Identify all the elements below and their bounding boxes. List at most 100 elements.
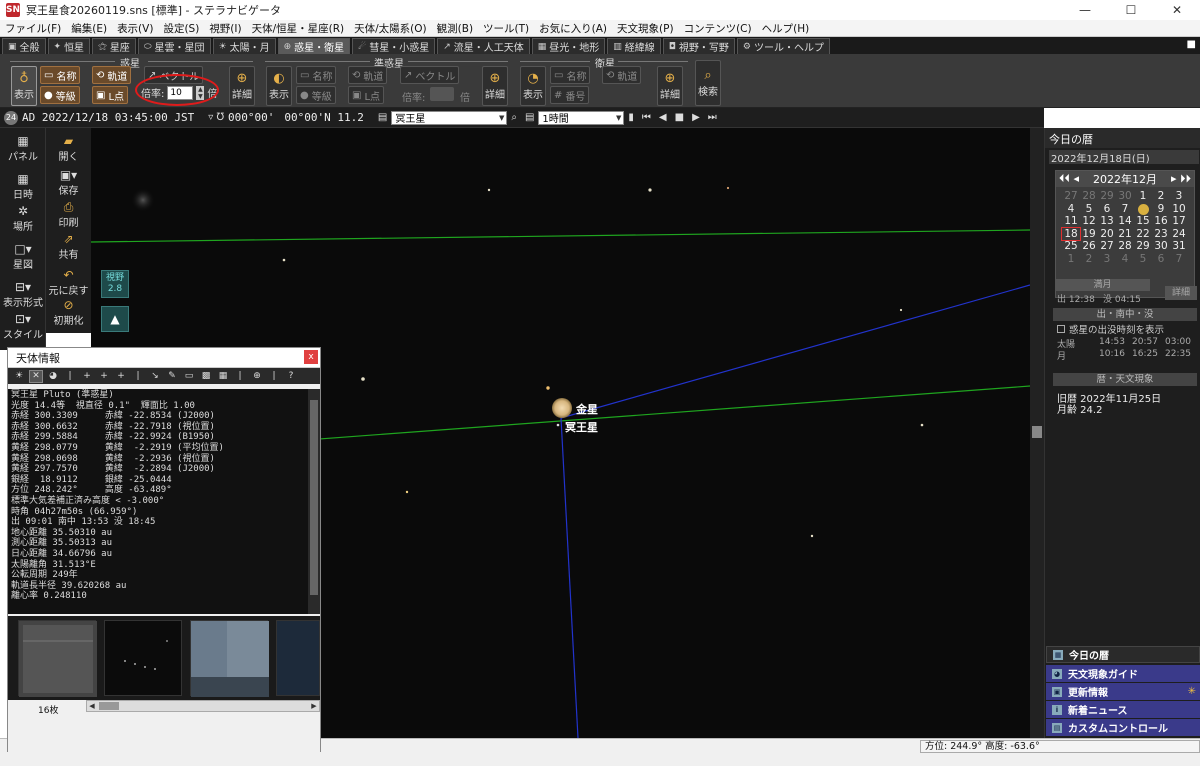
stop-icon[interactable]: ■	[675, 112, 684, 123]
azimuth-display[interactable]: 000°00'	[228, 111, 274, 124]
menu-phenomena[interactable]: 天文現象(P)	[612, 21, 679, 36]
sun-icon[interactable]: ☀	[12, 370, 26, 383]
info-scroll-thumb[interactable]	[310, 400, 318, 595]
calendar-day[interactable]: 9	[1152, 203, 1170, 216]
calendar-day[interactable]: 27	[1062, 190, 1080, 203]
dwarf-name-button[interactable]: ▭ 名称	[296, 66, 337, 84]
menu-file[interactable]: ファイル(F)	[0, 21, 66, 36]
update-info-button[interactable]: ▣ 更新情報 ✳	[1046, 683, 1200, 700]
interval-select[interactable]: 1時間 ▼	[538, 110, 625, 125]
window-icon[interactable]: ▭	[182, 370, 196, 383]
custom-control-button[interactable]: ▤ カスタムコントロール	[1046, 719, 1200, 736]
place-button[interactable]: ✲ 場所	[0, 204, 46, 233]
next-year-icon[interactable]: ▸ ⏵⏵	[1171, 172, 1191, 186]
menu-favorites[interactable]: お気に入り(A)	[534, 21, 612, 36]
step-icon[interactable]: ▮	[628, 112, 634, 123]
satellite-name-button[interactable]: ▭ 名称	[550, 66, 591, 84]
menu-solar[interactable]: 天体/太陽系(O)	[349, 21, 432, 36]
menu-contents[interactable]: コンテンツ(C)	[679, 21, 757, 36]
play-icon[interactable]: ▶	[692, 112, 700, 123]
calendar-day[interactable]: 3	[1170, 190, 1188, 203]
menu-edit[interactable]: 編集(E)	[66, 21, 112, 36]
calendar-day[interactable]: 28	[1080, 190, 1098, 203]
share-button[interactable]: ⇗ 共有	[46, 232, 91, 261]
menu-settings[interactable]: 設定(S)	[158, 21, 204, 36]
calendar-day[interactable]: 30	[1152, 240, 1170, 253]
globe-icon[interactable]: ⊕	[250, 370, 264, 383]
tab-tools-help[interactable]: ⚙ ツール・ヘルプ	[736, 38, 830, 54]
maximize-button[interactable]: ☐	[1108, 0, 1154, 20]
tab-daylight[interactable]: ▦ 昼光・地形	[531, 38, 606, 54]
scroll-right-icon[interactable]: ▶	[309, 701, 319, 711]
dwarf-grade-button[interactable]: ● 等級	[296, 86, 336, 104]
menu-view[interactable]: 表示(V)	[112, 21, 158, 36]
calendar-day[interactable]: 7	[1170, 253, 1188, 266]
dwarf-show-button[interactable]: ◐ 表示	[266, 66, 292, 106]
altitude-display[interactable]: 00°00'N 11.2	[284, 111, 363, 124]
calendar-day[interactable]: 29	[1134, 240, 1152, 253]
tab-stars[interactable]: ✦ 恒星	[47, 38, 91, 54]
dwarf-vector-button[interactable]: ↗ ベクトル	[400, 66, 460, 84]
scroll-left-icon[interactable]: ◀	[87, 701, 97, 711]
calendar-day[interactable]: 19	[1080, 228, 1098, 241]
fov-up-button[interactable]: ▲	[101, 306, 129, 332]
chart-button[interactable]: □▾ 星図	[0, 242, 46, 271]
object-info-text[interactable]: 冥王星 Pluto (準惑星) 光度 14.4等 視直径 0.1" 輝面比 1.0…	[8, 389, 308, 614]
checkbox[interactable]	[1057, 325, 1065, 333]
style-button[interactable]: ⊡▾ スタイル	[0, 312, 46, 341]
calendar-day[interactable]: 30	[1116, 190, 1134, 203]
search-icon[interactable]: ⌕	[511, 112, 517, 123]
dwarf-mag-input[interactable]	[430, 87, 454, 101]
news-button[interactable]: i 新着ニュース	[1046, 701, 1200, 718]
calendar-day[interactable]: 17	[1170, 215, 1188, 228]
calendar-day[interactable]: 31	[1170, 240, 1188, 253]
panel-button[interactable]: ▦ パネル	[0, 134, 46, 163]
undo-button[interactable]: ↶ 元に戻す	[46, 268, 91, 297]
tab-gridlines[interactable]: ▥ 経緯線	[607, 38, 661, 54]
tab-sun-moon[interactable]: ☀ 太陽・月	[212, 38, 276, 54]
menu-tools[interactable]: ツール(T)	[478, 21, 534, 36]
thumbnail-scrollbar[interactable]: ◀ ▶	[86, 700, 320, 712]
step-back-icon[interactable]: ◀	[659, 112, 667, 123]
calendar-day[interactable]: 20	[1098, 228, 1116, 241]
calendar-day[interactable]: 2	[1152, 190, 1170, 203]
planet-icon[interactable]: ◕	[46, 370, 60, 383]
minimize-button[interactable]: —	[1062, 0, 1108, 20]
planet-grade-button[interactable]: ● 等級	[40, 86, 80, 104]
calendar-day[interactable]: 14	[1116, 215, 1134, 228]
photo-icon[interactable]: ▦	[216, 370, 230, 383]
last-frame-icon[interactable]: ⏭	[708, 112, 717, 123]
save-button[interactable]: ▣▾ 保存	[46, 168, 91, 197]
sky-scroll-thumb[interactable]	[1032, 426, 1042, 438]
calendar-day[interactable]: 11	[1062, 215, 1080, 228]
pointer-icon[interactable]: ↘	[148, 370, 162, 383]
calendar-day[interactable]: 22	[1134, 228, 1152, 241]
calendar-day[interactable]: 27	[1098, 240, 1116, 253]
datetime-button[interactable]: ▦ 日時	[0, 172, 46, 201]
tab-meteors[interactable]: ↗ 流星・人工天体	[437, 38, 530, 54]
calendar-day[interactable]: 13	[1098, 215, 1116, 228]
calendar-day[interactable]: 16	[1152, 215, 1170, 228]
planet-name-button[interactable]: ▭ 名称	[40, 66, 81, 84]
calendar-day[interactable]: 25	[1062, 240, 1080, 253]
open-button[interactable]: ▰ 開く	[46, 134, 91, 163]
calendar-day[interactable]: 1	[1134, 190, 1152, 203]
help-icon[interactable]: ?	[284, 370, 298, 383]
calendar-day[interactable]: 6	[1098, 203, 1116, 216]
thumbnail-scroll-thumb[interactable]	[99, 702, 119, 710]
prev-year-icon[interactable]: ⏴⏴ ◂	[1059, 172, 1079, 186]
ribbon-pin-icon[interactable]: ■	[1187, 39, 1196, 50]
thumbnail-image[interactable]	[276, 620, 320, 696]
calendar-day[interactable]: 5	[1080, 203, 1098, 216]
thumbnail-image[interactable]	[190, 620, 269, 697]
calendar-day[interactable]: 5	[1134, 253, 1152, 266]
calendar-day[interactable]: 21	[1116, 228, 1134, 241]
dwarf-detail-button[interactable]: ⊕ 詳細	[482, 66, 508, 106]
calendar-day[interactable]: 7	[1116, 203, 1134, 216]
calendar-day[interactable]: 10	[1170, 203, 1188, 216]
tab-fov[interactable]: ◘ 視野・写野	[662, 38, 735, 54]
calendar-day[interactable]: 23	[1152, 228, 1170, 241]
tab-comets[interactable]: ☄ 彗星・小惑星	[352, 38, 436, 54]
clock-24-icon[interactable]: 24	[4, 110, 18, 125]
calendar-day[interactable]: 6	[1152, 253, 1170, 266]
